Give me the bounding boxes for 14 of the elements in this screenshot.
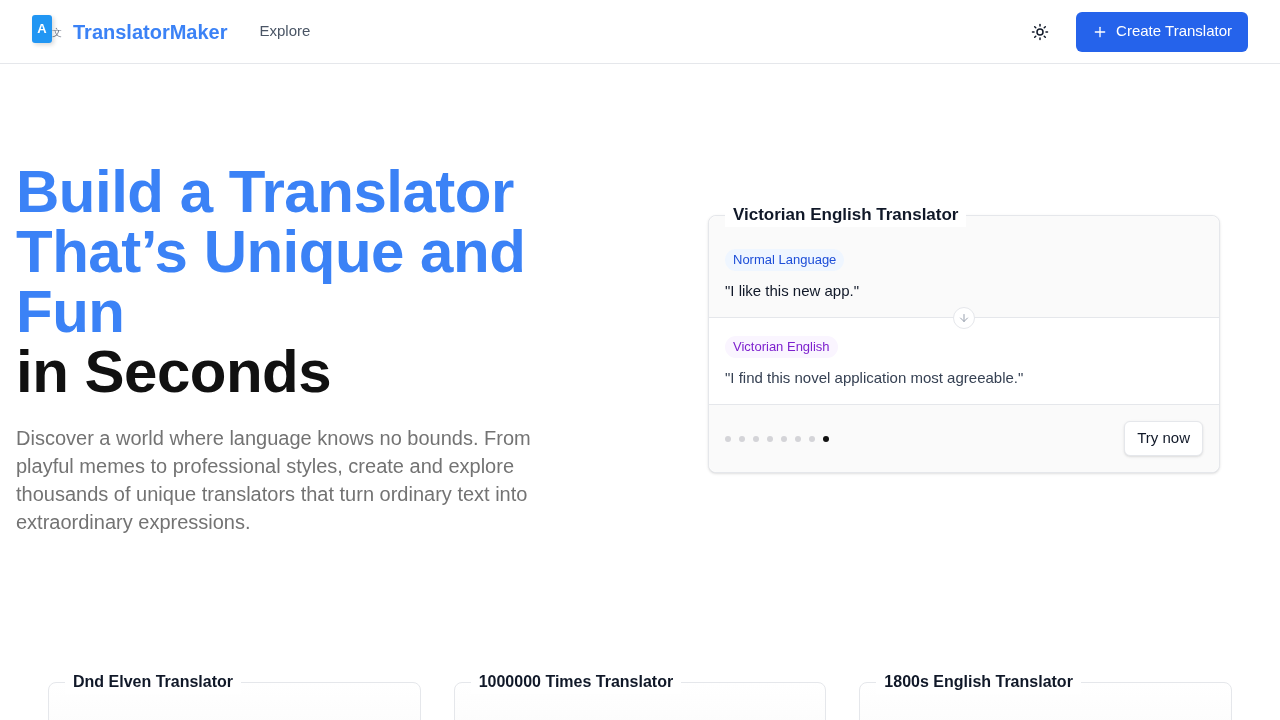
language-label: Victorian English xyxy=(725,336,838,358)
nav-link[interactable]: Explore xyxy=(259,20,311,43)
translated-text: "I find this novel application most agreeable." xyxy=(725,368,1025,388)
try-now-button[interactable]: Try now xyxy=(1124,421,1203,456)
logo-glyph: 文 xyxy=(52,26,62,39)
headline-text: in Seconds xyxy=(16,342,333,402)
headline-highlight: Build a Translator That’s Unique and Fun xyxy=(16,158,526,345)
language-label: Normal Language xyxy=(725,249,845,271)
create-translator-button[interactable]: Create Translator xyxy=(1076,11,1248,52)
brand-name: TranslatorMaker xyxy=(73,19,228,45)
logo-mark: A xyxy=(32,14,52,43)
sun-icon xyxy=(1031,22,1050,41)
hero-description: Discover a world where language knows no bounds. From playful memes to professional styles, create and explore thousands of unique translators that turn ordinary text into extraordinary expressions. xyxy=(16,426,532,535)
source-text: "I like this new app." xyxy=(725,281,861,301)
